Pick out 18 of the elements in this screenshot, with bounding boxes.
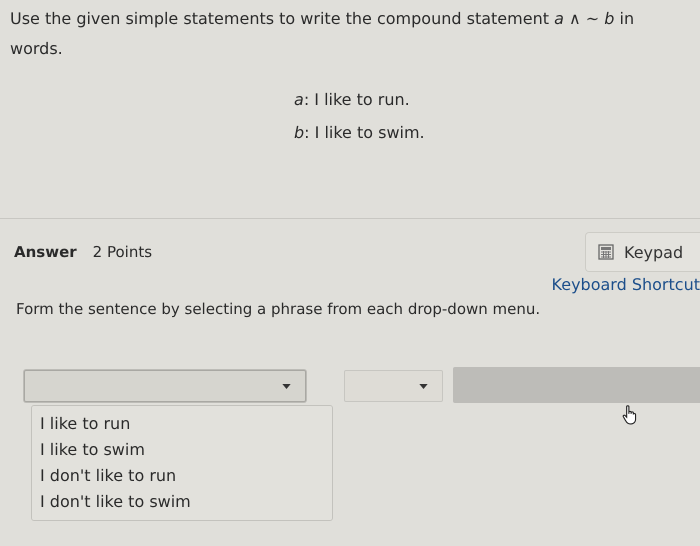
hand-cursor-icon bbox=[622, 405, 638, 425]
points-label: 2 Points bbox=[92, 243, 152, 261]
statement-text: a: I like to run. bbox=[294, 89, 411, 111]
caret-icon bbox=[419, 384, 428, 388]
calculator-icon bbox=[598, 244, 614, 260]
menu-option[interactable]: I like to swim bbox=[40, 437, 332, 463]
dropdown[interactable] bbox=[24, 370, 306, 402]
keypad-button[interactable]: Keypad bbox=[585, 232, 700, 272]
answer-label: Answer bbox=[14, 243, 77, 261]
statement-text: b: I like to swim. bbox=[294, 122, 426, 144]
menu-option[interactable]: I don't like to run bbox=[40, 463, 332, 489]
menu-option[interactable]: I don't like to swim bbox=[40, 489, 332, 515]
caret-icon bbox=[282, 384, 291, 388]
instruction-text: Form the sentence by selecting a phrase from each drop-down menu. bbox=[16, 300, 542, 318]
dropdown[interactable] bbox=[344, 370, 443, 402]
menu-option[interactable]: I like to run bbox=[40, 411, 332, 437]
question-text: Use the given simple statements to write the compound statement a ∧ ~ b in words. bbox=[10, 8, 636, 60]
keyboard-shortcuts-link[interactable]: Keyboard Shortcut bbox=[552, 275, 700, 294]
